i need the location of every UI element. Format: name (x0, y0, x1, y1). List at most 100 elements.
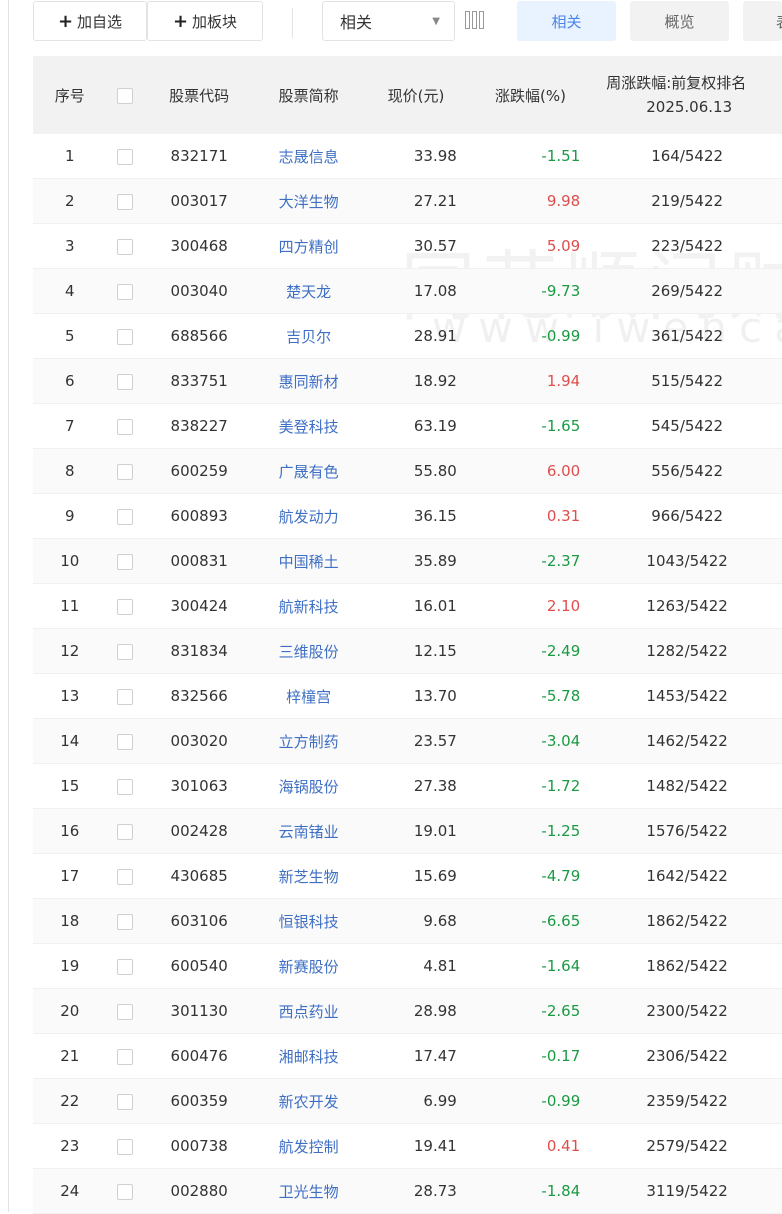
row-name-link[interactable]: 航新科技 (253, 583, 364, 629)
table-row[interactable]: 4 003040 楚天龙 17.08 -9.73 269/5422 (33, 268, 782, 314)
row-checkbox[interactable] (117, 823, 134, 840)
row-rank: 3119/5422 (592, 1168, 782, 1214)
table-row[interactable]: 22 600359 新农开发 6.99 -0.99 2359/5422 (33, 1078, 782, 1124)
row-change: -5.78 (468, 673, 593, 719)
row-name-link[interactable]: 美登科技 (253, 403, 364, 449)
row-checkbox[interactable] (117, 463, 134, 480)
table-row[interactable]: 10 000831 中国稀土 35.89 -2.37 1043/5422 (33, 538, 782, 584)
row-checkbox[interactable] (117, 1003, 134, 1020)
row-checkbox[interactable] (117, 508, 134, 525)
header-code[interactable]: 股票代码 (144, 56, 254, 134)
row-name-link[interactable]: 恒银科技 (253, 898, 364, 944)
row-name-link[interactable]: 立方制药 (253, 718, 364, 764)
table-row[interactable]: 5 688566 吉贝尔 28.91 -0.99 361/5422 (33, 313, 782, 359)
table-row[interactable]: 7 838227 美登科技 63.19 -1.65 545/5422 (33, 403, 782, 449)
row-checkbox[interactable] (117, 238, 134, 255)
row-name-link[interactable]: 大洋生物 (253, 178, 364, 224)
add-sector-button[interactable]: + 加板块 (147, 1, 263, 41)
row-index: 16 (33, 808, 107, 854)
table-row[interactable]: 3 300468 四方精创 30.57 5.09 223/5422 (33, 223, 782, 269)
table-row[interactable]: 17 430685 新芝生物 15.69 -4.79 1642/5422 (33, 853, 782, 899)
add-watchlist-button[interactable]: + 加自选 (33, 1, 147, 41)
header-rank[interactable]: 周涨跌幅:前复权排名 2025.06.13 (592, 56, 782, 134)
tab-overview[interactable]: 概览 (630, 1, 729, 41)
row-change: -1.84 (468, 1168, 593, 1214)
table-row[interactable]: 12 831834 三维股份 12.15 -2.49 1282/5422 (33, 628, 782, 674)
row-name-link[interactable]: 海锅股份 (253, 763, 364, 809)
row-index: 18 (33, 898, 107, 944)
row-name-link[interactable]: 西点药业 (253, 988, 364, 1034)
row-name-link[interactable]: 吉贝尔 (253, 313, 364, 359)
row-name-link[interactable]: 新赛股份 (253, 943, 364, 989)
row-name-link[interactable]: 楚天龙 (253, 268, 364, 314)
row-price: 6.99 (363, 1078, 469, 1124)
row-name-link[interactable]: 云南锗业 (253, 808, 364, 854)
tab-related[interactable]: 相关 (517, 1, 616, 41)
row-checkbox[interactable] (117, 1048, 134, 1065)
row-checkbox-cell (106, 673, 145, 719)
row-name-link[interactable]: 惠同新材 (253, 358, 364, 404)
table-row[interactable]: 19 600540 新赛股份 4.81 -1.64 1862/5422 (33, 943, 782, 989)
row-checkbox[interactable] (117, 283, 134, 300)
table-row[interactable]: 24 002880 卫光生物 28.73 -1.84 3119/5422 (33, 1168, 782, 1214)
row-checkbox[interactable] (117, 643, 134, 660)
header-price[interactable]: 现价(元) (363, 56, 469, 134)
row-name-link[interactable]: 四方精创 (253, 223, 364, 269)
toolbar: + 加自选 + 加板块 相关 ▼ 相关 概览 表 (0, 0, 782, 50)
row-name-link[interactable]: 航发动力 (253, 493, 364, 539)
row-index: 4 (33, 268, 107, 314)
table-row[interactable]: 6 833751 惠同新材 18.92 1.94 515/5422 (33, 358, 782, 404)
row-checkbox[interactable] (117, 733, 134, 750)
row-price: 36.15 (363, 493, 469, 539)
row-checkbox[interactable] (117, 868, 134, 885)
table-row[interactable]: 13 832566 梓橦宫 13.70 -5.78 1453/5422 (33, 673, 782, 719)
table-row[interactable]: 2 003017 大洋生物 27.21 9.98 219/5422 (33, 178, 782, 224)
row-checkbox[interactable] (117, 553, 134, 570)
row-checkbox[interactable] (117, 913, 134, 930)
table-row[interactable]: 23 000738 航发控制 19.41 0.41 2579/5422 (33, 1123, 782, 1169)
row-name-link[interactable]: 梓橦宫 (253, 673, 364, 719)
header-change[interactable]: 涨跌幅(%) (468, 56, 593, 134)
header-name[interactable]: 股票简称 (253, 56, 364, 134)
row-checkbox[interactable] (117, 778, 134, 795)
row-checkbox[interactable] (117, 958, 134, 975)
row-checkbox[interactable] (117, 418, 134, 435)
table-row[interactable]: 1 832171 志晟信息 33.98 -1.51 164/5422 (33, 134, 782, 179)
row-name-link[interactable]: 新农开发 (253, 1078, 364, 1124)
row-name-link[interactable]: 三维股份 (253, 628, 364, 674)
row-name-link[interactable]: 新芝生物 (253, 853, 364, 899)
left-border (8, 0, 9, 1212)
table-row[interactable]: 18 603106 恒银科技 9.68 -6.65 1862/5422 (33, 898, 782, 944)
table-row[interactable]: 20 301130 西点药业 28.98 -2.65 2300/5422 (33, 988, 782, 1034)
filter-select[interactable]: 相关 ▼ (322, 1, 455, 41)
row-name-link[interactable]: 卫光生物 (253, 1168, 364, 1214)
row-checkbox[interactable] (117, 328, 134, 345)
row-checkbox[interactable] (117, 1093, 134, 1110)
table-row[interactable]: 14 003020 立方制药 23.57 -3.04 1462/5422 (33, 718, 782, 764)
row-checkbox[interactable] (117, 148, 134, 165)
table-row[interactable]: 21 600476 湘邮科技 17.47 -0.17 2306/5422 (33, 1033, 782, 1079)
row-rank: 1642/5422 (592, 853, 782, 899)
row-name-link[interactable]: 航发控制 (253, 1123, 364, 1169)
row-name-link[interactable]: 湘邮科技 (253, 1033, 364, 1079)
table-row[interactable]: 11 300424 航新科技 16.01 2.10 1263/5422 (33, 583, 782, 629)
table-row[interactable]: 15 301063 海锅股份 27.38 -1.72 1482/5422 (33, 763, 782, 809)
row-checkbox[interactable] (117, 1183, 134, 1200)
row-change: 0.41 (468, 1123, 593, 1169)
row-change: -9.73 (468, 268, 593, 314)
row-checkbox[interactable] (117, 598, 134, 615)
table-row[interactable]: 9 600893 航发动力 36.15 0.31 966/5422 (33, 493, 782, 539)
row-name-link[interactable]: 广晟有色 (253, 448, 364, 494)
row-checkbox[interactable] (117, 1138, 134, 1155)
table-row[interactable]: 16 002428 云南锗业 19.01 -1.25 1576/5422 (33, 808, 782, 854)
row-name-link[interactable]: 志晟信息 (253, 134, 364, 179)
row-checkbox[interactable] (117, 688, 134, 705)
columns-icon[interactable] (465, 8, 489, 32)
row-rank: 1462/5422 (592, 718, 782, 764)
row-checkbox[interactable] (117, 193, 134, 210)
row-checkbox[interactable] (117, 373, 134, 390)
row-name-link[interactable]: 中国稀土 (253, 538, 364, 584)
tab-table[interactable]: 表 (743, 1, 782, 41)
select-all-checkbox[interactable] (117, 87, 134, 104)
table-row[interactable]: 8 600259 广晟有色 55.80 6.00 556/5422 (33, 448, 782, 494)
